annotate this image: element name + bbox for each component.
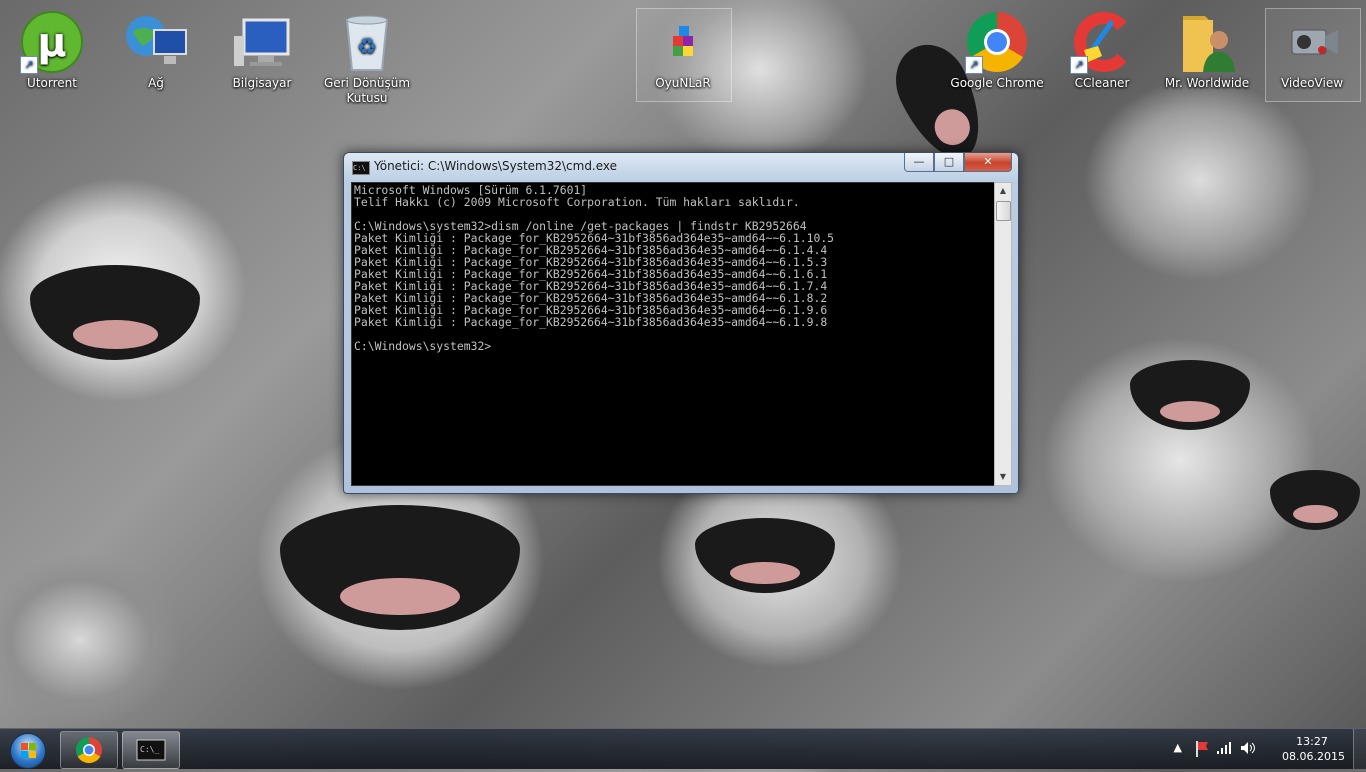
- network-icon: [124, 10, 188, 74]
- video-camera-icon: [1280, 10, 1344, 74]
- cmd-icon: C:\_: [136, 739, 166, 761]
- cmd-window[interactable]: C:\ Yönetici: C:\Windows\System32\cmd.ex…: [343, 152, 1019, 494]
- desktop-icon-videoview[interactable]: VideoView: [1264, 2, 1360, 91]
- utorrent-icon: µ ↗: [20, 10, 84, 74]
- svg-text:C:\_: C:\_: [140, 745, 159, 754]
- desktop-icon-label: Bilgisayar: [232, 76, 292, 90]
- cmd-icon: C:\: [352, 161, 370, 175]
- desktop-icon-label: Mr. Worldwide: [1164, 76, 1250, 90]
- scroll-up-arrow-icon[interactable]: ▲: [995, 183, 1011, 199]
- desktop-icon-ccleaner[interactable]: ↗ CCleaner: [1054, 2, 1150, 91]
- scroll-down-arrow-icon[interactable]: ▼: [995, 469, 1011, 485]
- wallpaper-mouth: [280, 505, 520, 630]
- taskbar-cmd[interactable]: C:\_: [122, 731, 180, 769]
- desktop-icon-label: Google Chrome: [950, 76, 1044, 90]
- chrome-icon: ↗: [965, 10, 1029, 74]
- start-button[interactable]: [4, 731, 50, 769]
- minimize-button[interactable]: —: [904, 153, 934, 172]
- desktop-icon-label: Utorrent: [27, 76, 77, 90]
- window-titlebar[interactable]: C:\ Yönetici: C:\Windows\System32\cmd.ex…: [344, 153, 1018, 181]
- chrome-icon: [75, 736, 102, 764]
- desktop-icon-mr-worldwide[interactable]: Mr. Worldwide: [1159, 2, 1255, 91]
- desktop-icon-games[interactable]: OyuNLaR: [635, 2, 731, 91]
- desktop-icon-network[interactable]: Ağ: [108, 2, 204, 91]
- desktop-icon-label: Ağ: [148, 76, 164, 90]
- wallpaper-mouth: [30, 265, 200, 360]
- window-title: Yönetici: C:\Windows\System32\cmd.exe: [374, 159, 618, 173]
- volume-icon[interactable]: [1240, 741, 1256, 755]
- vertical-scrollbar[interactable]: ▲ ▼: [994, 182, 1012, 486]
- maximize-button[interactable]: □: [934, 153, 964, 172]
- clock-date: 08.06.2015: [1282, 750, 1345, 763]
- user-folder-icon: [1175, 10, 1239, 74]
- desktop-icon-recycle-bin[interactable]: ♻ Geri Dönüşüm Kutusu: [319, 2, 415, 106]
- desktop-icon-label: Geri Dönüşüm Kutusu: [323, 76, 411, 105]
- recycle-bin-icon: ♻: [335, 10, 399, 74]
- shortcut-arrow-icon: ↗: [20, 56, 38, 74]
- desktop-icon-label: OyuNLaR: [655, 76, 711, 90]
- scroll-thumb[interactable]: [996, 201, 1011, 221]
- clock[interactable]: 13:27 08.06.2015: [1282, 734, 1345, 764]
- windows-start-icon: [10, 733, 46, 769]
- clock-time: 13:27: [1296, 735, 1328, 748]
- taskbar: C:\_ ▲ 13:27 08.06.2015: [0, 728, 1366, 769]
- desktop-icon-label: VideoView: [1280, 76, 1344, 90]
- wallpaper-mouth: [1130, 360, 1250, 430]
- desktop-icon-computer[interactable]: Bilgisayar: [214, 2, 310, 91]
- ccleaner-icon: ↗: [1070, 10, 1134, 74]
- games-icon: [651, 10, 715, 74]
- desktop-icon-utorrent[interactable]: µ ↗ Utorrent: [4, 2, 100, 91]
- console-output[interactable]: Microsoft Windows [Sürüm 6.1.7601] Telif…: [351, 182, 995, 486]
- close-button[interactable]: ✕: [964, 153, 1012, 172]
- network-signal-icon[interactable]: [1216, 741, 1232, 755]
- svg-text:♻: ♻: [357, 35, 377, 60]
- computer-icon: [230, 10, 294, 74]
- show-hidden-icons-icon[interactable]: ▲: [1174, 741, 1182, 754]
- shortcut-arrow-icon: ↗: [1070, 56, 1088, 74]
- action-center-flag-icon[interactable]: [1194, 740, 1210, 758]
- console-text: Microsoft Windows [Sürüm 6.1.7601] Telif…: [354, 183, 835, 353]
- desktop-icon-label: CCleaner: [1074, 76, 1130, 90]
- wallpaper-mouth: [695, 518, 835, 593]
- taskbar-chrome[interactable]: [60, 731, 118, 769]
- show-desktop-button[interactable]: [1353, 729, 1366, 769]
- desktop-icon-google-chrome[interactable]: ↗ Google Chrome: [949, 2, 1045, 91]
- svg-text:µ: µ: [37, 20, 66, 66]
- shortcut-arrow-icon: ↗: [965, 56, 983, 74]
- wallpaper-mouth: [1270, 470, 1360, 530]
